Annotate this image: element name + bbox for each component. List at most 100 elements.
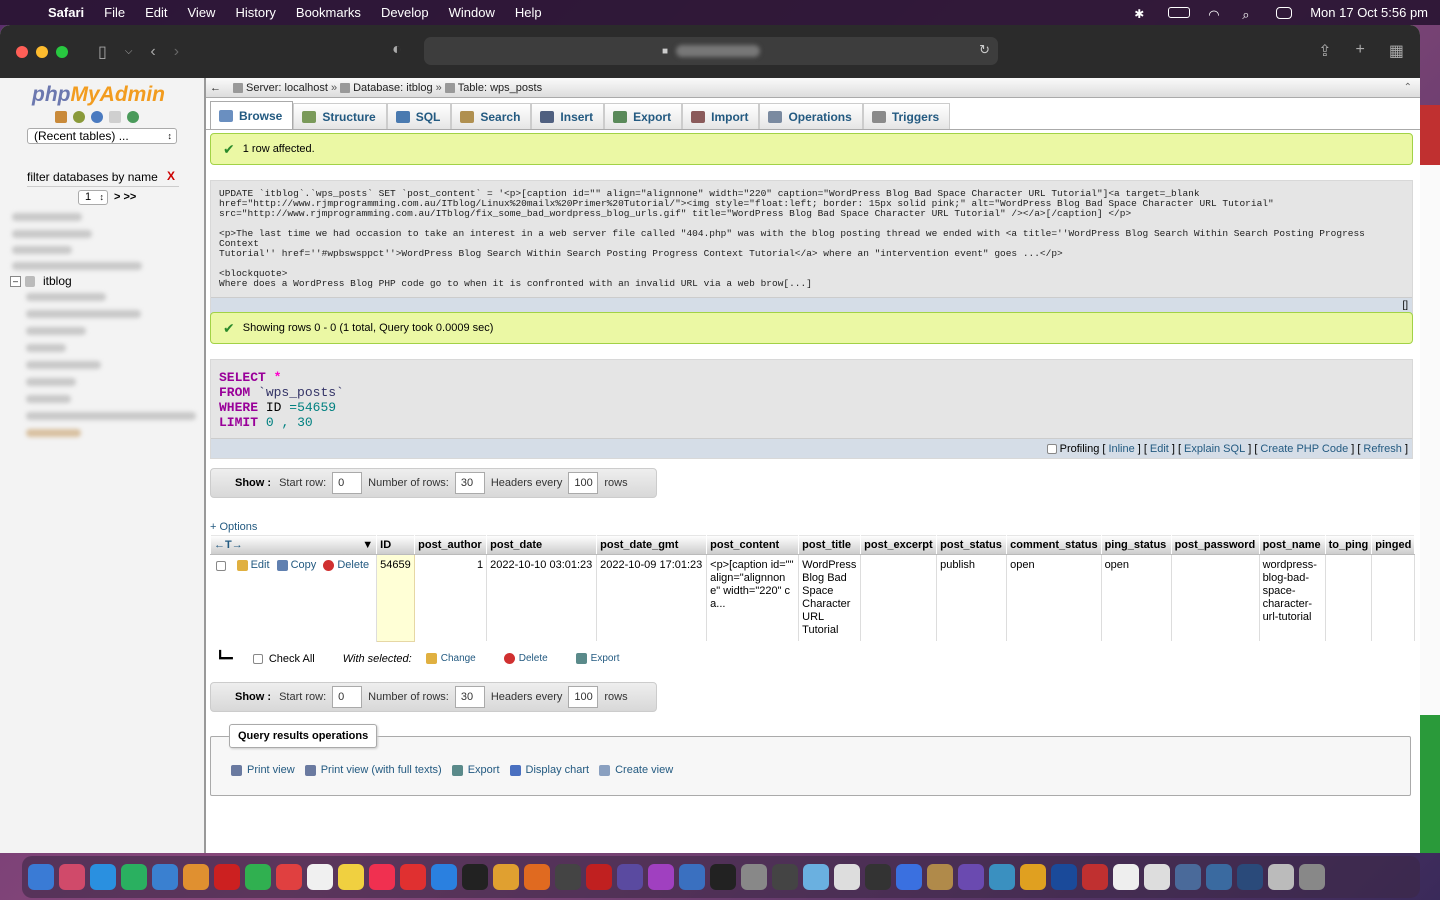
- cell-post-date[interactable]: 2022-10-10 03:01:23: [486, 554, 598, 641]
- clock[interactable]: Mon 17 Oct 5:56 pm: [1310, 5, 1428, 20]
- cell-comment-status[interactable]: open: [1006, 554, 1102, 641]
- inline-link[interactable]: Inline: [1108, 443, 1134, 455]
- docs-icon[interactable]: [109, 111, 121, 123]
- breadcrumb-table[interactable]: Table: wps_posts: [458, 82, 542, 94]
- start-row-input[interactable]: 0: [332, 472, 363, 494]
- dock-app-icon[interactable]: [1206, 864, 1232, 890]
- cell-post-author[interactable]: 1: [414, 554, 488, 641]
- cell-post-status[interactable]: publish: [936, 554, 1008, 641]
- menu-app[interactable]: Safari: [48, 5, 84, 20]
- edit-row-button[interactable]: Edit: [236, 559, 270, 572]
- wifi-icon[interactable]: ◠: [1208, 7, 1224, 22]
- col-post-content[interactable]: post_content: [706, 534, 800, 555]
- check-all-label[interactable]: Check All: [269, 653, 315, 665]
- print-view-full-link[interactable]: Print view (with full texts): [304, 764, 442, 776]
- reload-icon[interactable]: ↻: [979, 42, 990, 58]
- db-item-itblog[interactable]: – itblog: [10, 274, 72, 288]
- tab-export[interactable]: Export: [604, 103, 683, 129]
- col-pinged[interactable]: pinged: [1371, 534, 1416, 555]
- headers-every-input[interactable]: 100: [568, 686, 599, 708]
- dock-app-icon[interactable]: [400, 864, 426, 890]
- menu-help[interactable]: Help: [515, 5, 542, 20]
- col-post-excerpt[interactable]: post_excerpt: [860, 534, 938, 555]
- tab-browse[interactable]: Browse: [210, 101, 294, 129]
- dock-app-icon[interactable]: [865, 864, 891, 890]
- menu-history[interactable]: History: [235, 5, 275, 20]
- recent-tables-select[interactable]: (Recent tables) ... ↕: [27, 128, 177, 144]
- tab-import[interactable]: Import: [682, 103, 760, 129]
- sort-dropdown-icon[interactable]: ▼: [362, 539, 373, 551]
- privacy-shield-icon[interactable]: ◐: [392, 41, 402, 59]
- tab-insert[interactable]: Insert: [531, 103, 605, 129]
- column-arrows-icon[interactable]: ←T→: [214, 539, 243, 551]
- col-post-author[interactable]: post_author: [414, 534, 488, 555]
- collapse-nav-icon[interactable]: ←: [210, 82, 221, 94]
- dock-app-icon[interactable]: [493, 864, 519, 890]
- col-post-status[interactable]: post_status: [936, 534, 1008, 555]
- share-icon[interactable]: ⇪: [1318, 41, 1331, 61]
- dock-app-icon[interactable]: [679, 864, 705, 890]
- cell-pinged[interactable]: [1371, 554, 1416, 641]
- breadcrumb-database[interactable]: Database: itblog: [353, 82, 433, 94]
- cell-post-date-gmt[interactable]: 2022-10-09 17:01:23: [596, 554, 708, 641]
- col-post-title[interactable]: post_title: [798, 534, 862, 555]
- menu-bookmarks[interactable]: Bookmarks: [296, 5, 361, 20]
- col-post-date[interactable]: post_date: [486, 534, 598, 555]
- clear-filter-button[interactable]: X: [167, 169, 175, 183]
- dock-app-icon[interactable]: [276, 864, 302, 890]
- delete-selected-button[interactable]: Delete: [503, 653, 548, 664]
- dock-app-icon[interactable]: [1051, 864, 1077, 890]
- dock-app-icon[interactable]: [896, 864, 922, 890]
- dock-app-icon[interactable]: [524, 864, 550, 890]
- dock-app-icon[interactable]: [1082, 864, 1108, 890]
- col-post-date-gmt[interactable]: post_date_gmt: [596, 534, 708, 555]
- tab-sql[interactable]: SQL: [386, 103, 452, 129]
- dock-app-icon[interactable]: [28, 864, 54, 890]
- reload-nav-icon[interactable]: [127, 111, 139, 123]
- back-icon[interactable]: ‹: [150, 43, 155, 61]
- menu-edit[interactable]: Edit: [145, 5, 167, 20]
- print-view-link[interactable]: Print view: [231, 764, 295, 776]
- dock-app-icon[interactable]: [1020, 864, 1046, 890]
- export-selected-button[interactable]: Export: [575, 653, 620, 664]
- cell-id[interactable]: 54659: [376, 554, 416, 642]
- create-php-code-link[interactable]: Create PHP Code: [1260, 443, 1348, 455]
- dock-app-icon[interactable]: [648, 864, 674, 890]
- col-to-ping[interactable]: to_ping: [1324, 534, 1373, 555]
- tab-operations[interactable]: Operations: [759, 103, 863, 129]
- explain-sql-link[interactable]: Explain SQL: [1184, 443, 1245, 455]
- tab-structure[interactable]: Structure: [293, 103, 387, 129]
- refresh-link[interactable]: Refresh: [1363, 443, 1402, 455]
- filter-databases-input[interactable]: filter databases by name: [27, 170, 179, 187]
- dock-app-icon[interactable]: [152, 864, 178, 890]
- logout-icon[interactable]: [73, 111, 85, 123]
- dock-app-icon[interactable]: [958, 864, 984, 890]
- col-id[interactable]: ID: [376, 534, 416, 555]
- cell-post-title[interactable]: WordPress Blog Bad Space Character URL T…: [798, 554, 862, 641]
- profiling-checkbox[interactable]: [1046, 443, 1057, 454]
- options-link[interactable]: + Options: [210, 521, 257, 533]
- dock-app-icon[interactable]: [462, 864, 488, 890]
- apple-icon[interactable]: [12, 6, 26, 20]
- zoom-window-icon[interactable]: [56, 45, 68, 58]
- dock-app-icon[interactable]: [1268, 864, 1294, 890]
- expand-icon[interactable]: –: [10, 275, 21, 287]
- dock-app-icon[interactable]: [1144, 864, 1170, 890]
- start-row-input[interactable]: 0: [332, 686, 363, 708]
- create-view-link[interactable]: Create view: [599, 764, 673, 776]
- dock-app-icon[interactable]: [369, 864, 395, 890]
- dock-app-icon[interactable]: [183, 864, 209, 890]
- home-icon[interactable]: [55, 111, 67, 123]
- check-all-checkbox[interactable]: [252, 653, 263, 664]
- export-link[interactable]: Export: [451, 764, 500, 776]
- breadcrumb-server[interactable]: Server: localhost: [246, 82, 328, 94]
- dock-app-icon[interactable]: [1113, 864, 1139, 890]
- dock-app-icon[interactable]: [772, 864, 798, 890]
- dock-app-icon[interactable]: [90, 864, 116, 890]
- column-controls[interactable]: ←T→ ▼: [209, 534, 378, 555]
- row-checkbox[interactable]: [215, 561, 226, 571]
- cell-post-password[interactable]: [1171, 554, 1260, 641]
- cell-post-name[interactable]: wordpress-blog-bad-space-character-url-t…: [1259, 554, 1326, 641]
- close-window-icon[interactable]: [16, 45, 28, 58]
- menu-develop[interactable]: Develop: [381, 5, 429, 20]
